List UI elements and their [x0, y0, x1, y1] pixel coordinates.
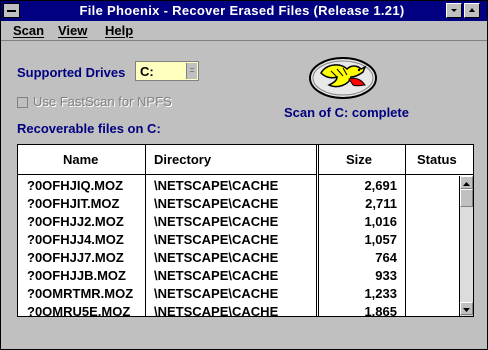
column-header-name[interactable]: Name	[18, 145, 145, 175]
minimize-icon	[451, 9, 457, 12]
column-header-status[interactable]: Status	[406, 145, 473, 175]
column-header-name-label: Name	[63, 152, 99, 167]
menu-help[interactable]: Help	[105, 23, 133, 38]
directory-cell: \NETSCAPE\CACHE	[154, 196, 279, 211]
table-row[interactable]: ?0OFHJJ2.MOZ \NETSCAPE\CACHE 1,016	[18, 212, 458, 230]
file-name-cell: ?0OFHJIQ.MOZ	[27, 178, 124, 193]
file-name-cell: ?0OFHJJ2.MOZ	[27, 214, 124, 229]
directory-cell: \NETSCAPE\CACHE	[154, 268, 279, 283]
vertical-scrollbar[interactable]	[459, 176, 473, 316]
file-name-cell: ?0OFHJIT.MOZ	[27, 196, 120, 211]
column-header-size-label: Size	[346, 152, 373, 167]
column-header-directory-label: Directory	[154, 152, 212, 167]
minimize-button[interactable]	[446, 3, 462, 18]
size-cell: 2,711	[365, 196, 397, 211]
directory-cell: \NETSCAPE\CACHE	[154, 232, 279, 247]
directory-cell: \NETSCAPE\CACHE	[154, 286, 279, 301]
table-row[interactable]: ?0OFHJJ4.MOZ \NETSCAPE\CACHE 1,057	[18, 230, 458, 248]
column-header-directory[interactable]: Directory	[146, 145, 316, 175]
menu-view[interactable]: View	[58, 23, 87, 38]
table-row[interactable]: ?0OMRU5E.MOZ \NETSCAPE\CACHE 1,865	[18, 302, 458, 317]
phoenix-logo-icon	[309, 57, 377, 99]
column-header-size[interactable]: Size	[318, 145, 405, 175]
drive-select[interactable]: C:	[135, 61, 199, 81]
system-menu-icon	[7, 10, 16, 12]
fastscan-checkbox[interactable]	[17, 97, 28, 108]
maximize-button[interactable]	[464, 3, 480, 18]
file-name-cell: ?0OFHJJ4.MOZ	[27, 232, 124, 247]
window-title: File Phoenix - Recover Erased Files (Rel…	[79, 3, 405, 18]
recoverable-files-list[interactable]: Name Directory Size Status ?0OFHJIQ.MOZ …	[17, 144, 474, 317]
size-cell: 933	[375, 268, 397, 283]
file-name-cell: ?0OFHJJB.MOZ	[27, 268, 126, 283]
title-bar[interactable]: File Phoenix - Recover Erased Files (Rel…	[1, 1, 487, 21]
supported-drives-label: Supported Drives	[17, 65, 126, 80]
system-menu-button[interactable]	[3, 3, 20, 18]
menu-bar: Scan View Help	[1, 21, 487, 41]
scrollbar-thumb[interactable]	[460, 189, 473, 207]
directory-cell: \NETSCAPE\CACHE	[154, 250, 279, 265]
maximize-icon	[469, 8, 475, 12]
directory-cell: \NETSCAPE\CACHE	[154, 178, 279, 193]
menu-scan[interactable]: Scan	[13, 23, 44, 38]
drive-select-value: C:	[140, 64, 154, 79]
directory-cell: \NETSCAPE\CACHE	[154, 304, 279, 317]
size-cell: 764	[375, 250, 397, 265]
app-window: File Phoenix - Recover Erased Files (Rel…	[0, 0, 488, 350]
file-name-cell: ?0OFHJJ7.MOZ	[27, 250, 124, 265]
file-name-cell: ?0OMRU5E.MOZ	[27, 304, 131, 317]
column-header-status-label: Status	[417, 152, 457, 167]
size-cell: 1,865	[364, 304, 397, 317]
table-row[interactable]: ?0OFHJJB.MOZ \NETSCAPE\CACHE 933	[18, 266, 458, 284]
file-name-cell: ?0OMRTMR.MOZ	[27, 286, 134, 301]
scroll-down-button[interactable]	[460, 302, 473, 315]
table-row[interactable]: ?0OFHJJ7.MOZ \NETSCAPE\CACHE 764	[18, 248, 458, 266]
recoverable-files-label: Recoverable files on C:	[17, 121, 161, 136]
scan-status-text: Scan of C: complete	[284, 105, 409, 120]
menu-scan-label: Scan	[13, 23, 45, 38]
size-cell: 2,691	[364, 178, 397, 193]
table-row[interactable]: ?0OFHJIQ.MOZ \NETSCAPE\CACHE 2,691	[18, 176, 458, 194]
fastscan-label: Use FastScan for NPFS	[33, 94, 172, 109]
size-cell: 1,016	[364, 214, 397, 229]
directory-cell: \NETSCAPE\CACHE	[154, 214, 279, 229]
table-row[interactable]: ?0OFHJIT.MOZ \NETSCAPE\CACHE 2,711	[18, 194, 458, 212]
arrow-down-icon	[463, 308, 470, 312]
scroll-up-button[interactable]	[460, 176, 473, 189]
drive-spin-button[interactable]	[186, 63, 197, 79]
menu-view-label: View	[58, 23, 88, 38]
table-row[interactable]: ?0OMRTMR.MOZ \NETSCAPE\CACHE 1,233	[18, 284, 458, 302]
size-cell: 1,233	[364, 286, 397, 301]
size-cell: 1,057	[364, 232, 397, 247]
menu-help-label: Help	[105, 23, 134, 38]
